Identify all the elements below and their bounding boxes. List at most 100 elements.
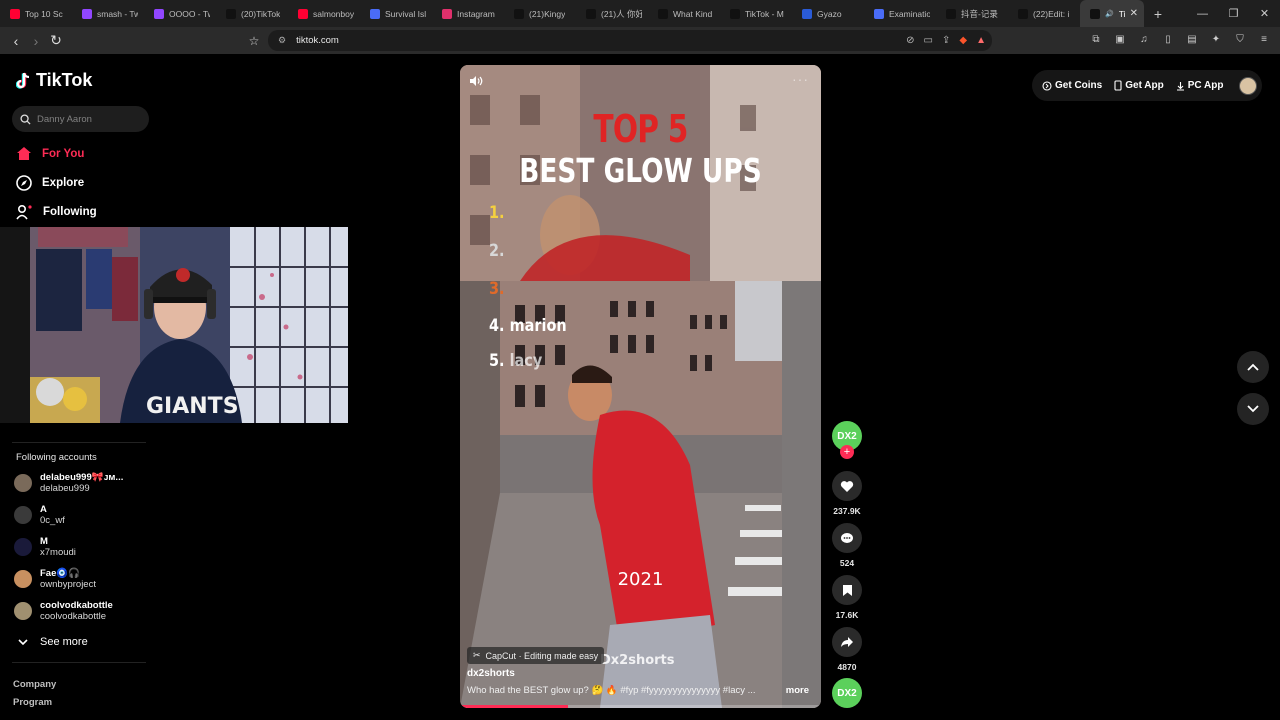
divider bbox=[12, 662, 146, 663]
browser-tab-active[interactable]: 🔊 Tik ✕ bbox=[1080, 0, 1144, 27]
share-arrow-icon[interactable] bbox=[832, 627, 862, 657]
minimize-icon[interactable]: — bbox=[1187, 0, 1218, 27]
back-icon[interactable]: ‹ bbox=[6, 31, 26, 51]
more-options-icon[interactable]: ··· bbox=[792, 71, 809, 87]
close-window-icon[interactable]: ✕ bbox=[1249, 0, 1280, 27]
browser-tab-label: OOOO - Tw bbox=[169, 8, 210, 19]
following-icon bbox=[16, 204, 32, 220]
comment-action[interactable]: 524 bbox=[832, 523, 862, 568]
share-action[interactable]: 4870 bbox=[832, 627, 862, 672]
tiktok-icon bbox=[730, 8, 740, 19]
bookmark-save-icon[interactable] bbox=[832, 575, 862, 605]
following-account[interactable]: Mx7moudi bbox=[14, 536, 76, 558]
rank-name: lacy bbox=[509, 351, 543, 371]
footer-link-company[interactable]: Company bbox=[13, 679, 56, 690]
account-handle: ownbyproject bbox=[40, 579, 96, 590]
user-avatar[interactable] bbox=[1238, 76, 1257, 95]
browser-tab[interactable]: Instagram bbox=[432, 0, 504, 27]
following-account[interactable]: delabeu999🎀ᴊᴍ... delabeu999 bbox=[14, 472, 123, 494]
tiktok-logo[interactable]: TikTok bbox=[16, 70, 92, 91]
browser-tab[interactable]: Top 10 Sc bbox=[0, 0, 72, 27]
forward-icon[interactable]: › bbox=[26, 31, 46, 51]
browser-tab[interactable]: Gyazo bbox=[792, 0, 864, 27]
nav-following[interactable]: Following bbox=[16, 204, 97, 220]
video-watermark: Dx2shorts bbox=[600, 653, 675, 668]
no-camera-icon[interactable]: ⊘ bbox=[906, 35, 914, 46]
previous-video-button[interactable] bbox=[1237, 351, 1269, 383]
download-icon bbox=[1176, 81, 1184, 91]
extensions-icon[interactable]: ⧉ bbox=[1088, 31, 1104, 47]
bookmark-icon[interactable]: ☆ bbox=[244, 31, 264, 51]
browser-tab[interactable]: TikTok - M bbox=[720, 0, 792, 27]
screenshot-icon[interactable]: ▣ bbox=[1112, 31, 1128, 47]
sidebar-icon[interactable]: ▯ bbox=[1160, 31, 1176, 47]
menu-icon[interactable]: ≡ bbox=[1256, 31, 1272, 47]
instagram-icon bbox=[442, 8, 452, 19]
pc-app-button[interactable]: PC App bbox=[1176, 80, 1224, 91]
tiktok-page: TikTok Danny Aaron For You Explore Follo… bbox=[0, 54, 1280, 720]
rank-3: 3. bbox=[489, 279, 505, 299]
following-account[interactable]: A 0c_wf bbox=[14, 504, 65, 526]
next-video-button[interactable] bbox=[1237, 393, 1269, 425]
capcut-badge[interactable]: ✂ CapCut · Editing made easy bbox=[467, 647, 605, 664]
following-account[interactable]: Fae🧿🎧 ownbyproject bbox=[14, 568, 96, 590]
browser-tab[interactable]: salmonboy bbox=[288, 0, 360, 27]
music-icon[interactable]: ♫ bbox=[1136, 31, 1152, 47]
browser-tab[interactable]: (21)人 你好 bbox=[576, 0, 648, 27]
caption-more-button[interactable]: more bbox=[786, 685, 809, 696]
browser-tab-label: (21)Kingy bbox=[529, 8, 566, 19]
rank-number: 3. bbox=[489, 279, 505, 299]
tiktok-icon bbox=[586, 8, 596, 19]
url-field[interactable]: ⚙ tiktok.com ⊘ ▭ ⇪ ◆ ▲ bbox=[268, 30, 992, 51]
url-actions: ⊘ ▭ ⇪ ◆ ▲ bbox=[906, 30, 986, 51]
footer-link-program[interactable]: Program bbox=[13, 697, 52, 708]
follow-plus-button[interactable]: + bbox=[840, 445, 854, 459]
see-more-button[interactable]: See more bbox=[18, 636, 88, 648]
browser-tab[interactable]: OOOO - Tw bbox=[144, 0, 216, 27]
tab-close-icon[interactable]: ✕ bbox=[1130, 8, 1138, 19]
browser-tab[interactable]: Examinatio bbox=[864, 0, 936, 27]
address-bar-row: ‹ › ↻ ☆ ⚙ tiktok.com ⊘ ▭ ⇪ ◆ ▲ ⧉ ▣ ♫ ▯ ▤… bbox=[0, 27, 1280, 54]
heart-icon[interactable] bbox=[832, 471, 862, 501]
browser-tab[interactable]: (21)Kingy bbox=[504, 0, 576, 27]
browser-tab-label: TikTok - M bbox=[745, 8, 784, 19]
browser-tab[interactable]: Survival Isl bbox=[360, 0, 432, 27]
nav-for-you[interactable]: For You bbox=[16, 146, 84, 161]
music-disc[interactable]: DX2 bbox=[832, 678, 862, 708]
share-icon[interactable]: ⇪ bbox=[942, 35, 950, 46]
restore-icon[interactable]: ❐ bbox=[1218, 0, 1249, 27]
save-action[interactable]: 17.6K bbox=[832, 575, 862, 620]
like-action[interactable]: 237.9K bbox=[832, 471, 862, 516]
following-account[interactable]: coolvodkabottle coolvodkabottle bbox=[14, 600, 113, 622]
logo-text: TikTok bbox=[36, 70, 93, 90]
browser-tab[interactable]: 抖音-记录 bbox=[936, 0, 1008, 27]
rewards-icon[interactable]: ▲ bbox=[976, 35, 986, 46]
get-app-button[interactable]: Get App bbox=[1114, 80, 1164, 91]
comment-icon[interactable] bbox=[832, 523, 862, 553]
tab-audio-icon[interactable]: 🔊 bbox=[1105, 10, 1114, 18]
browser-tab[interactable]: What Kind bbox=[648, 0, 720, 27]
nav-explore[interactable]: Explore bbox=[16, 175, 84, 191]
new-tab-button[interactable]: + bbox=[1144, 6, 1172, 22]
wallet-icon[interactable]: ▤ bbox=[1184, 31, 1200, 47]
reload-icon[interactable]: ↻ bbox=[46, 31, 66, 51]
chevron-up-icon bbox=[1247, 363, 1259, 371]
browser-tab[interactable]: (20)TikTok bbox=[216, 0, 288, 27]
vpn-icon[interactable]: ⛉ bbox=[1232, 31, 1248, 47]
gyazo-icon bbox=[802, 8, 812, 19]
browser-tab[interactable]: (22)Edit: i bbox=[1008, 0, 1080, 27]
video-progress-bar[interactable] bbox=[460, 705, 821, 708]
video-author[interactable]: dx2shorts bbox=[467, 668, 515, 679]
cast-icon[interactable]: ▭ bbox=[924, 35, 933, 46]
search-input[interactable]: Danny Aaron bbox=[12, 106, 149, 132]
browser-tab[interactable]: smash - Tw bbox=[72, 0, 144, 27]
account-avatar bbox=[14, 506, 32, 524]
video-player[interactable]: TOP 5 BEST GLOW UPS 1. 2. 3. 4. marion 5… bbox=[460, 65, 821, 708]
ai-icon[interactable]: ✦ bbox=[1208, 31, 1224, 47]
browser-tab-label: (21)人 你好 bbox=[601, 8, 642, 19]
site-info-icon[interactable]: ⚙ bbox=[278, 35, 286, 46]
get-coins-button[interactable]: Get Coins bbox=[1042, 80, 1102, 91]
rank-number: 5. bbox=[489, 351, 505, 371]
brave-shield-icon[interactable]: ◆ bbox=[959, 35, 967, 46]
volume-icon[interactable] bbox=[469, 74, 483, 92]
